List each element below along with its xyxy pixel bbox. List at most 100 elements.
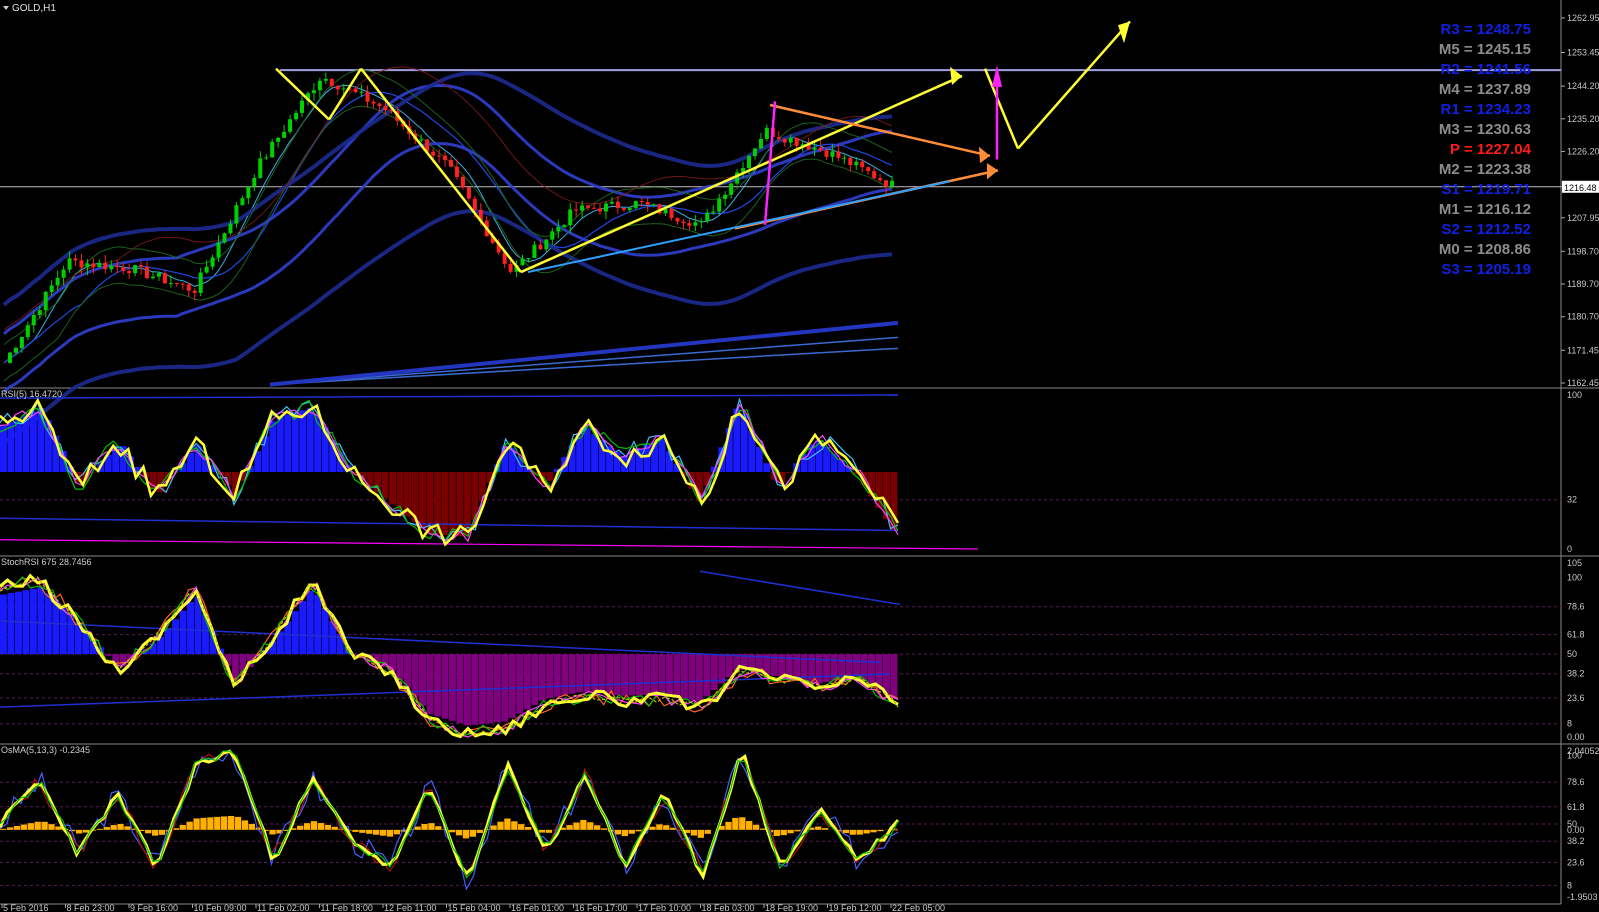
candle-body <box>878 178 883 181</box>
time-tick-label: 11 Feb 18:00 <box>321 903 373 912</box>
stoch-histogram-bar <box>187 602 194 655</box>
stoch-axis-label: 100 <box>1567 572 1582 582</box>
candle-body <box>341 88 346 90</box>
price-tick-label: 1189.70 <box>1567 279 1599 289</box>
rsi-histogram-bar <box>463 472 471 537</box>
candle-body <box>222 233 227 243</box>
rsi-axis-label: 100 <box>1567 390 1582 400</box>
osma-histogram-bar <box>414 826 421 830</box>
candle-body <box>443 155 448 161</box>
osma-histogram-bar <box>518 824 525 830</box>
osma-histogram-bar <box>124 826 131 830</box>
stoch-histogram-bar <box>606 654 614 695</box>
candle-body <box>532 244 537 259</box>
candle-body <box>568 209 573 226</box>
osma-histogram-bar <box>863 829 870 834</box>
candle-body <box>621 207 626 210</box>
price-tick-label: 1162.45 <box>1567 378 1599 388</box>
osma-histogram-bar <box>497 821 504 830</box>
osma-histogram-bar <box>110 825 117 830</box>
candle-body <box>645 202 650 205</box>
osma-histogram-bar <box>746 821 753 830</box>
osma-histogram-bar <box>732 817 739 830</box>
osma-histogram-bar <box>759 828 767 830</box>
stoch-histogram-bar <box>546 654 554 699</box>
candle-body <box>240 198 245 206</box>
rsi-histogram-bar <box>0 425 7 472</box>
candle-body <box>717 198 722 212</box>
osma-histogram-bar <box>435 826 442 830</box>
stoch-histogram-bar <box>419 654 426 706</box>
candle-body <box>872 171 877 179</box>
osma-histogram-bar <box>200 817 207 830</box>
pivot-level-label: M5 = 1245.15 <box>1439 41 1531 58</box>
osma-histogram-bar <box>822 828 829 830</box>
osma-histogram-bar <box>573 822 580 830</box>
candle-body <box>609 201 614 204</box>
candle-body <box>168 283 173 285</box>
stoch-axis-label: 50 <box>1567 649 1577 659</box>
osma-histogram-bar <box>649 826 656 830</box>
candle-body <box>335 85 340 90</box>
pivot-level-label: M1 = 1216.12 <box>1439 201 1531 218</box>
stoch-histogram-bar <box>561 654 569 696</box>
candle-body <box>460 176 465 188</box>
rsi-histogram-bar <box>823 446 831 472</box>
osma-histogram-bar <box>0 828 7 830</box>
osma-histogram-bar <box>635 829 642 832</box>
stoch-histogram-bar <box>426 654 434 715</box>
osma-histogram-bar <box>393 829 401 835</box>
osma-histogram-bar <box>739 817 746 830</box>
candle-body <box>603 203 608 212</box>
osma-histogram-bar <box>34 821 41 830</box>
candle-body <box>186 284 191 291</box>
stoch-histogram-bar <box>576 654 584 693</box>
candle-body <box>359 91 364 93</box>
candle-body <box>454 166 459 177</box>
osma-histogram-bar <box>566 825 573 830</box>
candle-body <box>365 91 370 102</box>
candle-body <box>449 160 453 167</box>
rsi-histogram-bar <box>29 411 37 472</box>
candle-body <box>615 201 620 208</box>
symbol-label: GOLD,H1 <box>12 3 56 14</box>
rsi-axis-label: 0 <box>1567 544 1572 554</box>
rsi-histogram-bar <box>7 422 15 472</box>
osma-histogram-bar <box>379 829 387 836</box>
price-tick-label: 1244.20 <box>1567 81 1599 91</box>
osma-histogram-bar <box>600 828 608 830</box>
price-tick-label: 1198.70 <box>1567 246 1599 256</box>
time-tick-label: 15 Feb 04:00 <box>448 903 501 912</box>
pivot-level-label: S2 = 1212.52 <box>1441 221 1531 238</box>
stoch-histogram-bar <box>651 654 658 695</box>
stoch-histogram-bar <box>7 593 15 655</box>
pivot-level-label: S1 = 1219.71 <box>1441 181 1531 198</box>
time-tick-label: 11 Feb 02:00 <box>257 903 309 912</box>
osma-histogram-bar <box>20 824 28 830</box>
candle-body <box>156 273 161 277</box>
candle-body <box>419 139 424 141</box>
candle-body <box>210 257 215 267</box>
pivot-level-label: P = 1227.04 <box>1450 141 1532 158</box>
stoch-axis-label: 78.6 <box>1567 602 1585 612</box>
stoch-histogram-bar <box>449 654 456 721</box>
candle-body <box>651 204 656 206</box>
osma-histogram-bar <box>752 824 760 830</box>
candle-body <box>556 227 561 232</box>
osma-histogram-bar <box>594 825 601 830</box>
osma-histogram-bar <box>366 829 373 834</box>
osma-histogram-bar <box>331 826 338 830</box>
time-tick-label: 16 Feb 17:00 <box>575 903 628 912</box>
osma-histogram-bar <box>780 829 787 836</box>
osma-histogram-bar <box>324 824 331 830</box>
candle-body <box>687 223 692 226</box>
stoch-histogram-bar <box>434 654 441 717</box>
osma-histogram-bar <box>462 829 470 839</box>
candle-body <box>526 258 531 260</box>
candle-body <box>681 221 686 224</box>
stoch-histogram-bar <box>853 654 860 678</box>
osma-histogram-bar <box>310 821 318 830</box>
candle-body <box>109 265 114 270</box>
pivot-level-label: S3 = 1205.19 <box>1441 261 1531 278</box>
price-tick-label: 1226.20 <box>1567 146 1599 156</box>
